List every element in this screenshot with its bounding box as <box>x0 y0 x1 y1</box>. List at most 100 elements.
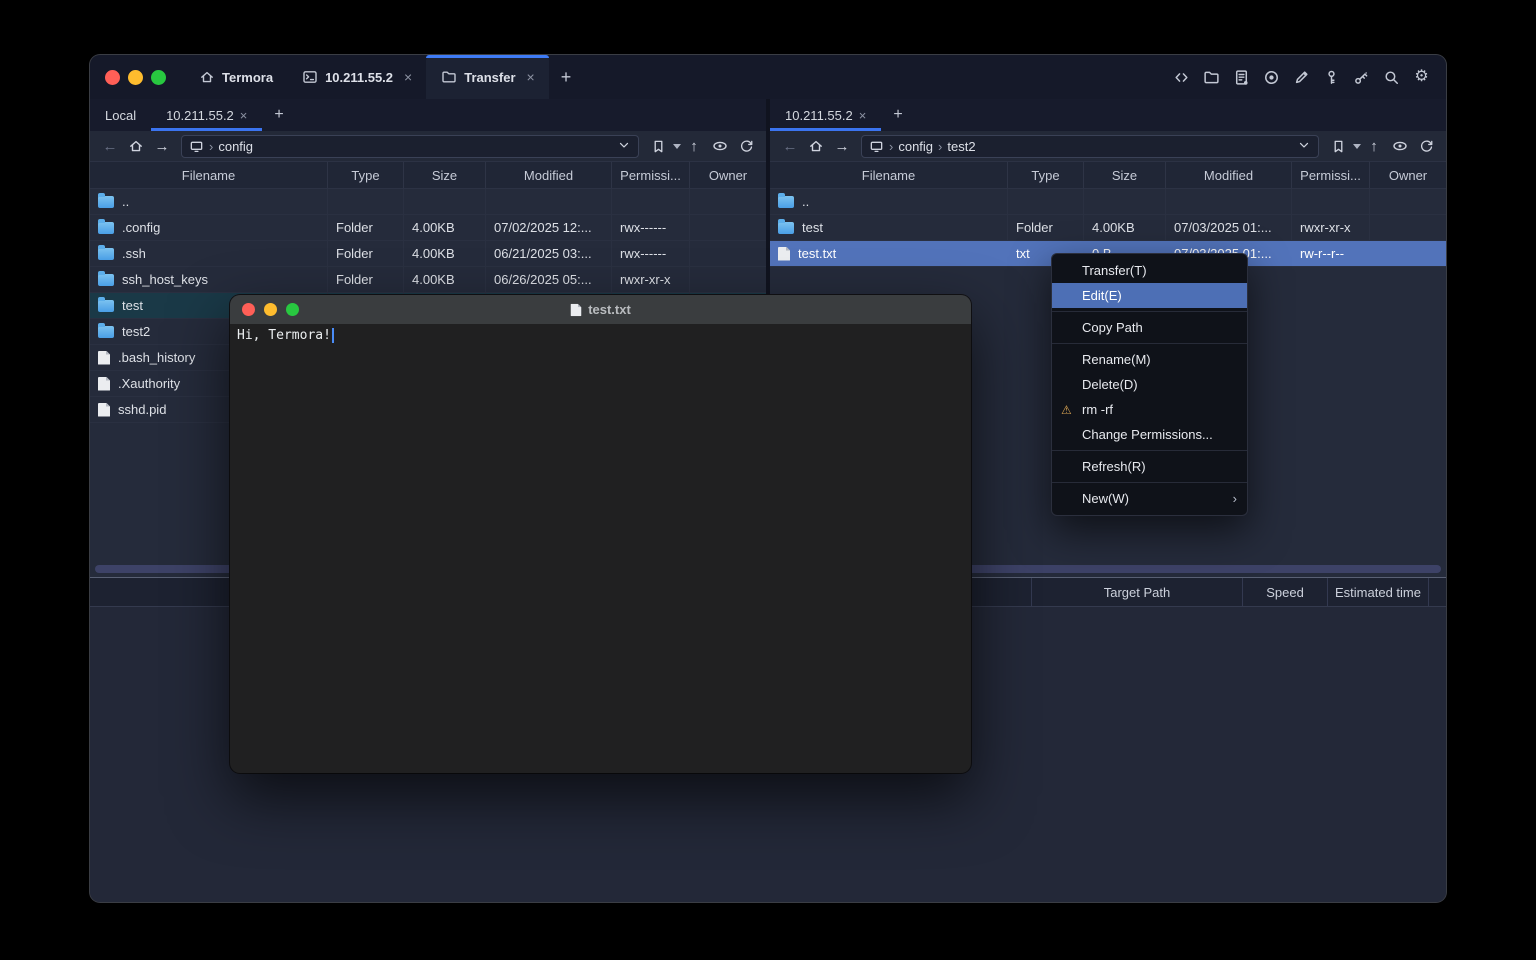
left-path-input[interactable]: › config <box>181 135 639 158</box>
forward-icon[interactable]: → <box>829 134 855 158</box>
column-header-permissions[interactable]: Permissi... <box>612 162 690 188</box>
home-icon[interactable] <box>803 134 829 158</box>
bookmark-icon[interactable] <box>1325 134 1351 158</box>
file-row[interactable]: .config Folder 4.00KB 07/02/2025 12:... … <box>90 215 766 241</box>
chevron-down-icon[interactable] <box>617 138 631 155</box>
menu-item-delete[interactable]: Delete(D) <box>1052 372 1247 397</box>
home-icon[interactable] <box>123 134 149 158</box>
zoom-window-button[interactable] <box>151 70 166 85</box>
close-icon[interactable]: × <box>404 69 412 85</box>
menu-separator <box>1052 343 1247 344</box>
filename: .. <box>122 194 129 209</box>
column-header-type[interactable]: Type <box>328 162 404 188</box>
upload-icon[interactable]: ↑ <box>681 134 707 158</box>
file-row[interactable]: .. <box>90 189 766 215</box>
column-header-speed[interactable]: Speed <box>1242 578 1327 606</box>
file-row[interactable]: .. <box>770 189 1446 215</box>
toolbar: ⚙ <box>1173 69 1446 86</box>
add-panel-tab-button[interactable]: + <box>262 99 295 131</box>
context-menu: Transfer(T) Edit(E) Copy Path Rename(M) … <box>1051 253 1248 516</box>
editor-traffic-lights <box>230 303 299 316</box>
tab-remote-10-211-55-2[interactable]: 10.211.55.2 × <box>770 99 881 131</box>
breadcrumb-separator: › <box>889 139 893 154</box>
show-hidden-icon[interactable] <box>707 134 733 158</box>
add-panel-tab-button[interactable]: + <box>881 99 914 131</box>
tab-label: Termora <box>222 70 273 85</box>
breadcrumb-segment[interactable]: config <box>218 139 253 154</box>
tab-terminal-10-211-55-2[interactable]: 10.211.55.2 × <box>287 55 426 99</box>
breadcrumb-segment[interactable]: test2 <box>947 139 975 154</box>
column-header-type[interactable]: Type <box>1008 162 1084 188</box>
column-header-estimated-time[interactable]: Estimated time <box>1327 578 1428 606</box>
close-icon[interactable]: × <box>240 108 248 123</box>
column-header-modified[interactable]: Modified <box>1166 162 1292 188</box>
close-icon[interactable]: × <box>527 69 535 85</box>
column-header-owner[interactable]: Owner <box>1370 162 1446 188</box>
folder-icon <box>98 300 114 312</box>
menu-item-rm-rf[interactable]: ⚠ rm -rf <box>1052 397 1247 422</box>
code-icon[interactable] <box>1173 69 1190 86</box>
menu-separator <box>1052 311 1247 312</box>
file-row[interactable]: .ssh Folder 4.00KB 06/21/2025 03:... rwx… <box>90 241 766 267</box>
right-path-input[interactable]: › config › test2 <box>861 135 1319 158</box>
search-icon[interactable] <box>1383 69 1400 86</box>
folder-icon[interactable] <box>1203 69 1220 86</box>
menu-item-change-permissions[interactable]: Change Permissions... <box>1052 422 1247 447</box>
home-icon <box>198 69 215 86</box>
zoom-window-button[interactable] <box>286 303 299 316</box>
column-header-filename[interactable]: Filename <box>90 162 328 188</box>
column-header-size[interactable]: Size <box>404 162 486 188</box>
pencil-icon[interactable] <box>1293 69 1310 86</box>
tab-local[interactable]: Local <box>90 99 151 131</box>
refresh-icon[interactable] <box>733 134 759 158</box>
close-window-button[interactable] <box>105 70 120 85</box>
refresh-icon[interactable] <box>1413 134 1439 158</box>
tab-label: Transfer <box>464 70 515 85</box>
menu-item-refresh[interactable]: Refresh(R) <box>1052 454 1247 479</box>
column-header-target-path[interactable]: Target Path <box>1031 578 1242 606</box>
forward-icon[interactable]: → <box>149 134 175 158</box>
column-header-size[interactable]: Size <box>1084 162 1166 188</box>
breadcrumb-segment[interactable]: config <box>898 139 933 154</box>
column-header-modified[interactable]: Modified <box>486 162 612 188</box>
menu-item-edit[interactable]: Edit(E) <box>1052 283 1247 308</box>
tab-termora[interactable]: Termora <box>184 55 287 99</box>
minimize-window-button[interactable] <box>128 70 143 85</box>
filename: .ssh <box>122 246 146 261</box>
column-header-owner[interactable]: Owner <box>690 162 766 188</box>
column-header-permissions[interactable]: Permissi... <box>1292 162 1370 188</box>
file-icon <box>98 403 110 417</box>
menu-item-rename[interactable]: Rename(M) <box>1052 347 1247 372</box>
column-header-filename[interactable]: Filename <box>770 162 1008 188</box>
folder-icon <box>98 248 114 260</box>
bookmark-caret-icon[interactable] <box>1353 144 1361 149</box>
minimize-window-button[interactable] <box>264 303 277 316</box>
editor-content[interactable]: Hi, Termora! <box>230 324 971 347</box>
file-row[interactable]: ssh_host_keys Folder 4.00KB 06/26/2025 0… <box>90 267 766 293</box>
tab-remote-10-211-55-2[interactable]: 10.211.55.2 × <box>151 99 262 131</box>
file-row[interactable]: test Folder 4.00KB 07/03/2025 01:... rwx… <box>770 215 1446 241</box>
settings-icon[interactable]: ⚙ <box>1413 69 1430 86</box>
log-icon[interactable] <box>1233 69 1250 86</box>
keychain-icon[interactable] <box>1353 69 1370 86</box>
terminal-icon <box>301 69 318 86</box>
bookmark-caret-icon[interactable] <box>673 144 681 149</box>
back-icon[interactable]: ← <box>97 134 123 158</box>
record-icon[interactable] <box>1263 69 1280 86</box>
menu-item-transfer[interactable]: Transfer(T) <box>1052 258 1247 283</box>
bookmark-icon[interactable] <box>645 134 671 158</box>
upload-icon[interactable]: ↑ <box>1361 134 1387 158</box>
tab-transfer[interactable]: Transfer × <box>426 55 549 99</box>
folder-icon <box>440 69 457 86</box>
close-window-button[interactable] <box>242 303 255 316</box>
folder-icon <box>98 196 114 208</box>
filename: sshd.pid <box>118 402 166 417</box>
show-hidden-icon[interactable] <box>1387 134 1413 158</box>
menu-item-new[interactable]: New(W) › <box>1052 486 1247 511</box>
key-icon[interactable] <box>1323 69 1340 86</box>
back-icon[interactable]: ← <box>777 134 803 158</box>
chevron-down-icon[interactable] <box>1297 138 1311 155</box>
menu-item-copy-path[interactable]: Copy Path <box>1052 315 1247 340</box>
close-icon[interactable]: × <box>859 108 867 123</box>
new-tab-button[interactable]: + <box>549 67 584 88</box>
